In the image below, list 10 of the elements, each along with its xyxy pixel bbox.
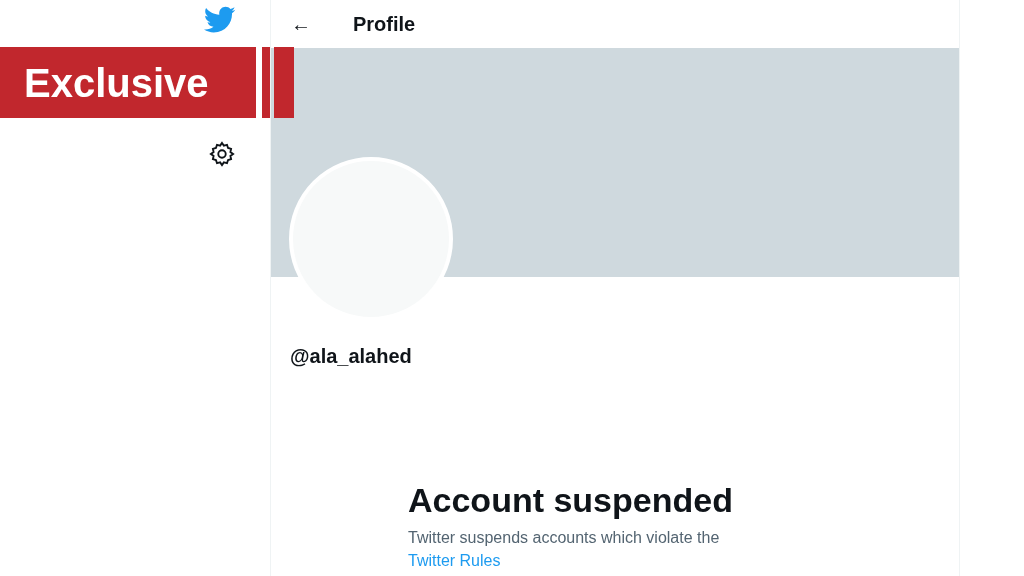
- bird-logo-icon[interactable]: [204, 6, 236, 34]
- exclusive-label: Exclusive: [0, 47, 256, 118]
- back-button[interactable]: ←: [291, 14, 311, 34]
- page-title: Profile: [353, 12, 416, 37]
- profile-handle: @ala_alahed: [290, 344, 413, 369]
- suspended-title: Account suspended: [408, 480, 734, 521]
- label-stripe: [262, 47, 270, 118]
- label-stripe: [274, 47, 294, 118]
- settings-icon[interactable]: [208, 140, 236, 168]
- suspended-message: Twitter suspends accounts which violate the Twitter Rules: [408, 527, 721, 571]
